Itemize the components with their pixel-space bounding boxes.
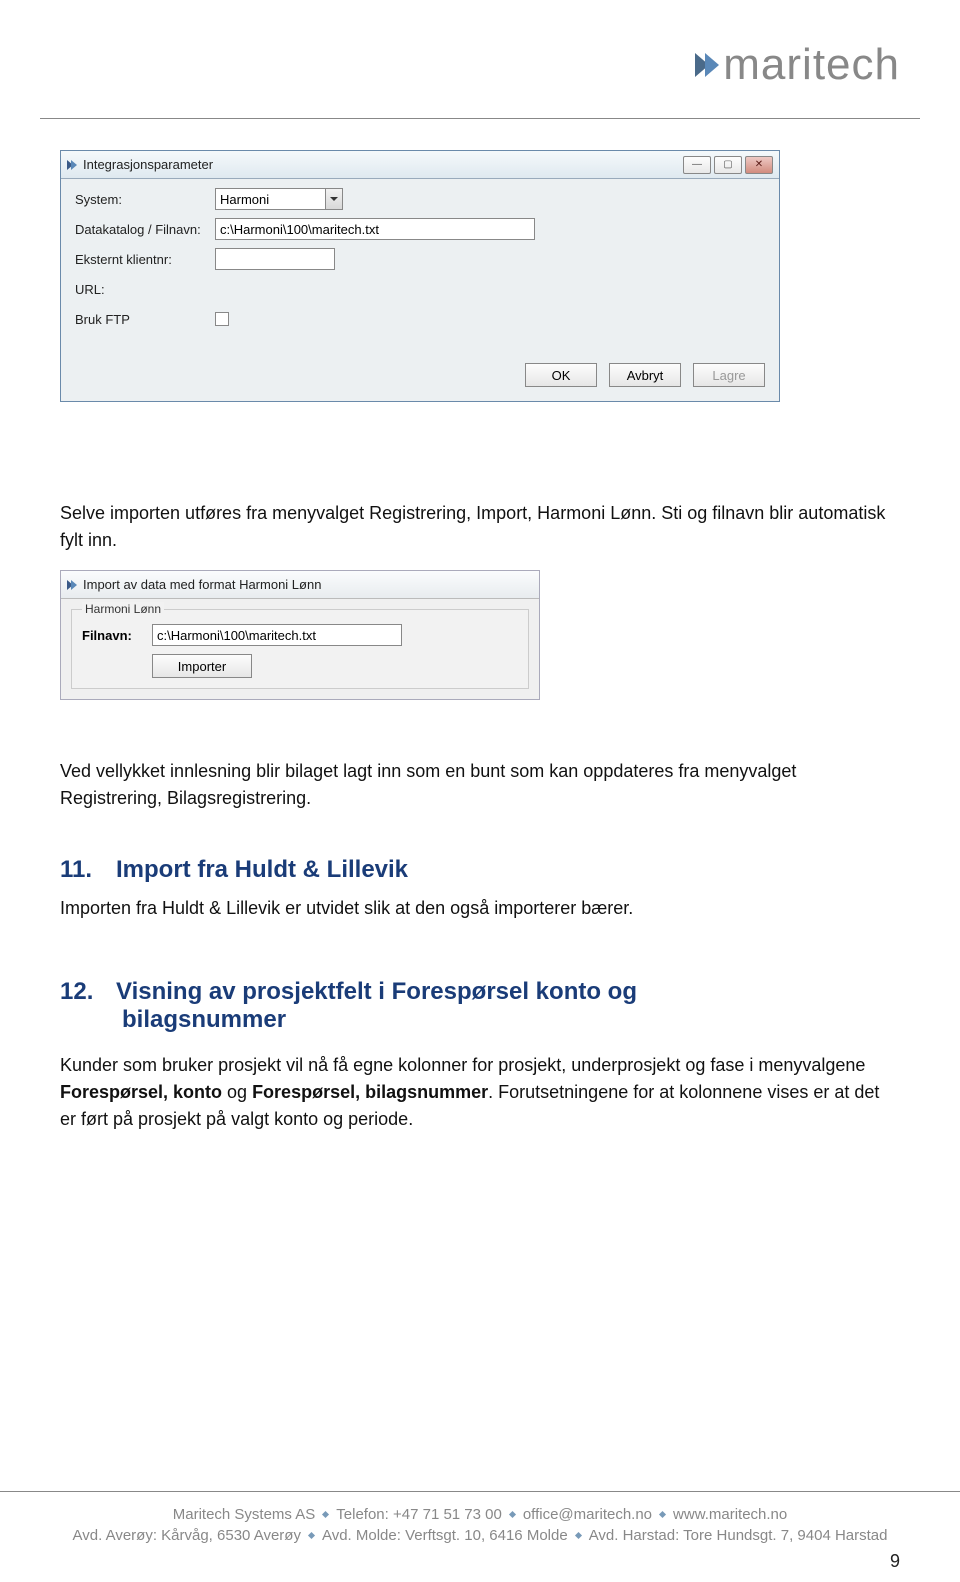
heading-number: 12.	[60, 978, 116, 1006]
maximize-button[interactable]: ▢	[714, 156, 742, 174]
datakatalog-input[interactable]	[215, 218, 535, 240]
titlebar: Import av data med format Harmoni Lønn	[61, 571, 539, 599]
heading-title-line2: bilagsnummer	[122, 1006, 286, 1033]
separator-icon	[575, 1532, 582, 1539]
separator-icon	[322, 1511, 329, 1518]
app-icon	[67, 580, 77, 590]
minimize-button[interactable]: —	[683, 156, 711, 174]
importer-button[interactable]: Importer	[152, 654, 252, 678]
footer-email: office@maritech.no	[523, 1506, 652, 1523]
avbryt-button[interactable]: Avbryt	[609, 363, 681, 387]
integration-params-dialog: Integrasjonsparameter — ▢ ✕ System: Data…	[60, 150, 780, 402]
dialog-title: Integrasjonsparameter	[83, 157, 213, 172]
heading-title: Import fra Huldt & Lillevik	[116, 856, 408, 883]
logo-text: maritech	[723, 40, 900, 90]
paragraph-successful-import: Ved vellykket innlesning blir bilaget la…	[60, 758, 900, 812]
heading-11: 11.Import fra Huldt & Lillevik	[60, 856, 900, 884]
heading-number: 11.	[60, 856, 116, 884]
footer-addr2: Avd. Molde: Verftsgt. 10, 6416 Molde	[322, 1527, 568, 1544]
datakatalog-label: Datakatalog / Filnavn:	[75, 222, 215, 237]
footer-web: www.maritech.no	[673, 1506, 787, 1523]
titlebar: Integrasjonsparameter — ▢ ✕	[61, 151, 779, 179]
paragraph-project-fields: Kunder som bruker prosjekt vil nå få egn…	[60, 1052, 900, 1133]
separator-icon	[659, 1511, 666, 1518]
brukftp-label: Bruk FTP	[75, 312, 215, 327]
heading-title-line1: Visning av prosjektfelt i Forespørsel ko…	[116, 978, 637, 1005]
footer-addr3: Avd. Harstad: Tore Hundsgt. 7, 9404 Hars…	[589, 1527, 888, 1544]
footer-tel: Telefon: +47 71 51 73 00	[336, 1506, 502, 1523]
system-combo-input[interactable]	[215, 188, 325, 210]
eksternt-input[interactable]	[215, 248, 335, 270]
dialog-title: Import av data med format Harmoni Lønn	[83, 577, 321, 592]
import-dialog: Import av data med format Harmoni Lønn H…	[60, 570, 540, 700]
url-label: URL:	[75, 282, 215, 297]
filnavn-input[interactable]	[152, 624, 402, 646]
page-footer: Maritech Systems AS Telefon: +47 71 51 7…	[0, 1491, 960, 1582]
text-bold: Forespørsel, bilagsnummer	[252, 1082, 488, 1102]
brand-logo: maritech	[695, 40, 900, 90]
brukftp-checkbox[interactable]	[215, 312, 229, 326]
filnavn-label: Filnavn:	[82, 628, 142, 643]
heading-12: 12.Visning av prosjektfelt i Forespørsel…	[60, 978, 900, 1034]
app-icon	[67, 160, 77, 170]
text: Kunder som bruker prosjekt vil nå få egn…	[60, 1055, 865, 1075]
fieldset-legend: Harmoni Lønn	[82, 602, 164, 616]
text: og	[222, 1082, 252, 1102]
chevron-down-icon	[330, 197, 338, 201]
eksternt-label: Eksternt klientnr:	[75, 252, 215, 267]
system-label: System:	[75, 192, 215, 207]
footer-company: Maritech Systems AS	[173, 1506, 316, 1523]
logo-icon	[695, 53, 715, 77]
paragraph-import-description: Selve importen utføres fra menyvalget Re…	[60, 500, 900, 554]
separator-icon	[509, 1511, 516, 1518]
lagre-button[interactable]: Lagre	[693, 363, 765, 387]
paragraph-huldt-lillevik: Importen fra Huldt & Lillevik er utvidet…	[60, 895, 900, 922]
separator-icon	[308, 1532, 315, 1539]
header-divider	[40, 118, 920, 119]
footer-addr1: Avd. Averøy: Kårvåg, 6530 Averøy	[73, 1527, 301, 1544]
ok-button[interactable]: OK	[525, 363, 597, 387]
page-number: 9	[890, 1551, 900, 1572]
text-bold: Forespørsel, konto	[60, 1082, 222, 1102]
system-combo-button[interactable]	[325, 188, 343, 210]
close-button[interactable]: ✕	[745, 156, 773, 174]
